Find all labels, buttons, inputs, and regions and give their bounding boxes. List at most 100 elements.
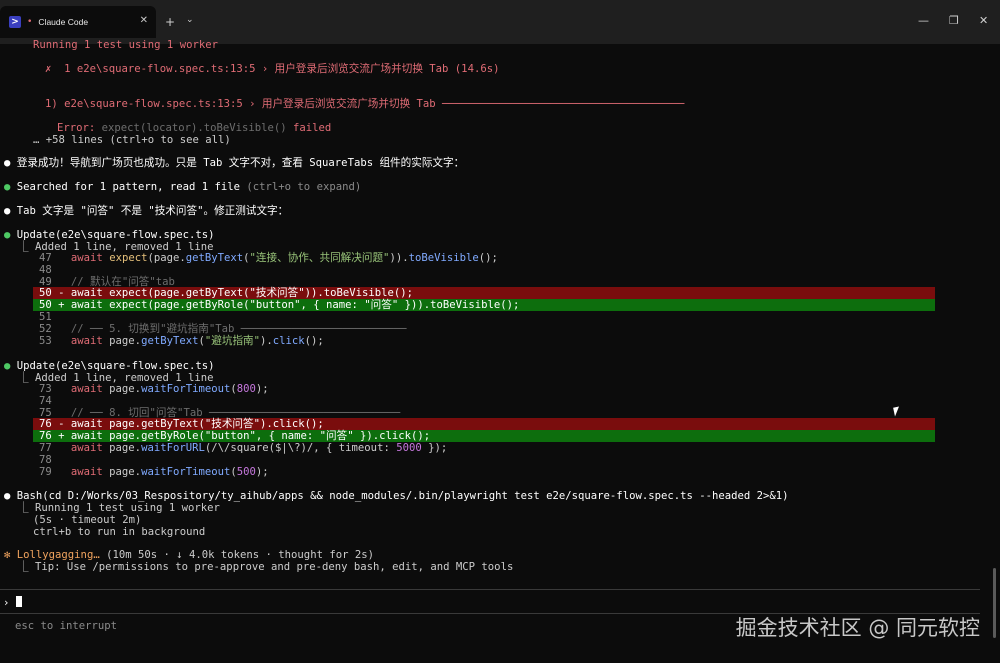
prompt-symbol: › — [3, 597, 10, 609]
diff-marker: + — [51, 299, 71, 312]
diff-line: 49 // 默认在"问答"tab — [39, 276, 175, 288]
code-text: await page.getByRole("button", { name: "… — [70, 430, 431, 443]
diff-line: 47 await expect(page.getByText("连接、协作、共同… — [39, 252, 498, 264]
line-number: 73 — [39, 383, 52, 395]
code-text: await expect(page.getByText("连接、协作、共同解决问… — [70, 252, 498, 264]
new-tab-button[interactable]: + — [165, 15, 175, 29]
more-lines-hint[interactable]: … +58 lines (ctrl+o to see all) — [33, 134, 231, 146]
diff-marker — [52, 311, 71, 323]
code-text: // ── 8. 切回"问答"Tab ─────────────────────… — [70, 406, 401, 419]
text-cursor — [15, 596, 22, 607]
terminal-pane[interactable]: Running 1 test using 1 worker ✗ 1 e2e\sq… — [0, 36, 1000, 663]
code-text: await page.waitForTimeout(800); — [70, 383, 269, 395]
bash-title: ● Bash(cd D:/Works/03_Respository/ty_aih… — [4, 490, 789, 502]
code-text: await expect(page.getByText("技术问答")).toB… — [70, 287, 414, 300]
interrupt-hint: esc to interrupt — [15, 620, 118, 632]
minimize-button[interactable]: — — [918, 14, 929, 27]
code-text: // 默认在"问答"tab — [70, 275, 175, 288]
diff-marker — [52, 395, 71, 407]
bullet-icon: ● — [4, 360, 11, 372]
error-label: Error: — [57, 122, 96, 134]
diff-marker: - — [51, 418, 71, 431]
message-text: 登录成功！导航到广场页也成功。只是 Tab 文字不对，查看 SquareTabs… — [16, 157, 465, 169]
diff-line: 50 - await expect(page.getByText("技术问答")… — [39, 287, 413, 299]
maximize-button[interactable]: ❐ — [949, 14, 959, 27]
bash-command: Bash(cd D:/Works/03_Respository/ty_aihub… — [16, 490, 789, 502]
code-text: await page.getByText("技术问答").click(); — [70, 418, 324, 431]
bash-output-1: ⎿ Running 1 test using 1 worker — [18, 502, 220, 514]
test-fail-line: ✗ 1 e2e\square-flow.spec.ts:13:5 › 用户登录后… — [45, 63, 500, 75]
bullet-icon: ● — [4, 205, 11, 217]
bullet-icon: ● — [4, 181, 11, 193]
terminal-icon: > — [9, 16, 21, 28]
status-label: Lollygagging… — [16, 549, 100, 561]
line-number: 53 — [39, 334, 52, 347]
tab-title: Claude Code — [38, 17, 89, 27]
message-text: Searched for 1 pattern, read 1 file — [16, 181, 241, 193]
update-2-title: ● Update(e2e\square-flow.spec.ts) — [4, 360, 215, 372]
diff-marker — [52, 466, 71, 478]
diff-marker — [52, 407, 71, 419]
line-number: 47 — [39, 252, 52, 264]
status-line: ✻ Lollygagging… (10m 50s · ↓ 4.0k tokens… — [4, 549, 374, 561]
scrollbar[interactable] — [993, 568, 996, 638]
line-number: 50 — [39, 287, 52, 300]
error-detail: expect(locator).toBeVisible() — [101, 122, 287, 134]
diff-marker — [52, 264, 71, 276]
code-text: await page.getByText("避坑指南").click(); — [70, 334, 324, 347]
bash-output-3: ctrl+b to run in background — [33, 526, 206, 538]
divider — [0, 589, 980, 590]
message-3: ● Tab 文字是 "问答" 不是 "技术问答"。修正测试文字： — [4, 205, 288, 217]
expand-hint[interactable]: (ctrl+o to expand) — [246, 181, 361, 193]
diff-line: 75 // ── 8. 切回"问答"Tab ──────────────────… — [39, 407, 400, 419]
chevron-down-icon[interactable]: ⌄ — [186, 15, 194, 25]
diff-marker — [52, 454, 71, 466]
diff-line: 76 - await page.getByText("技术问答").click(… — [39, 418, 324, 430]
code-text: await page.waitForURL(/\/square($|\?)/, … — [70, 442, 448, 454]
line-number: 75 — [39, 406, 52, 419]
line-number: 52 — [39, 322, 52, 335]
line-number: 77 — [39, 442, 52, 454]
message-2: ● Searched for 1 pattern, read 1 file (c… — [4, 181, 361, 193]
prompt-input[interactable]: › — [3, 596, 22, 609]
diff-line: 51 — [39, 311, 71, 323]
line-number: 79 — [39, 465, 52, 478]
test-running-line: Running 1 test using 1 worker — [33, 39, 218, 51]
test-failure-header: 1) e2e\square-flow.spec.ts:13:5 › 用户登录后浏… — [45, 98, 685, 110]
line-number: 49 — [39, 275, 52, 288]
code-text: await page.waitForTimeout(500); — [70, 465, 269, 478]
tip-line: ⎿ Tip: Use /permissions to pre-approve a… — [18, 561, 514, 573]
line-number: 48 — [39, 263, 52, 276]
update-title: Update(e2e\square-flow.spec.ts) — [16, 360, 215, 372]
bullet-icon: ● — [4, 157, 11, 169]
tab-activity-dot: • — [27, 17, 33, 27]
message-text: Tab 文字是 "问答" 不是 "技术问答"。修正测试文字： — [16, 205, 289, 217]
line-number: 74 — [39, 394, 52, 407]
line-number: 51 — [39, 311, 52, 323]
diff-marker — [52, 323, 71, 335]
close-window-button[interactable]: ✕ — [979, 14, 988, 27]
bullet-icon: ● — [4, 229, 11, 241]
diff-line: 74 — [39, 395, 71, 407]
diff-marker: - — [51, 287, 71, 300]
status-detail: (10m 50s · ↓ 4.0k tokens · thought for 2… — [106, 549, 374, 561]
message-1: ● 登录成功！导航到广场页也成功。只是 Tab 文字不对，查看 SquareTa… — [4, 157, 464, 169]
diff-marker — [52, 442, 71, 454]
tab-claude-code[interactable]: > • Claude Code ✕ — [0, 6, 156, 38]
watermark: 掘金技术社区 @ 同元软控 — [735, 616, 980, 640]
code-text: await expect(page.getByRole("button", { … — [70, 299, 520, 312]
update-title: Update(e2e\square-flow.spec.ts) — [16, 229, 215, 241]
diff-line: 76 + await page.getByRole("button", { na… — [39, 430, 430, 442]
spinner-icon: ✻ — [4, 549, 11, 561]
code-text: // ── 5. 切换到"避坑指南"Tab ──────────────────… — [70, 322, 407, 335]
diff-line: 52 // ── 5. 切换到"避坑指南"Tab ───────────────… — [39, 323, 407, 335]
diff-line: 48 — [39, 264, 71, 276]
close-tab-icon[interactable]: ✕ — [140, 15, 148, 26]
diff-marker — [52, 252, 71, 264]
diff-marker — [52, 335, 71, 347]
error-line: Error: expect(locator).toBeVisible() fai… — [57, 122, 331, 134]
diff-marker: + — [51, 430, 71, 443]
line-number: 76 — [39, 418, 52, 431]
diff-marker — [52, 276, 71, 288]
line-number: 76 — [39, 430, 52, 443]
